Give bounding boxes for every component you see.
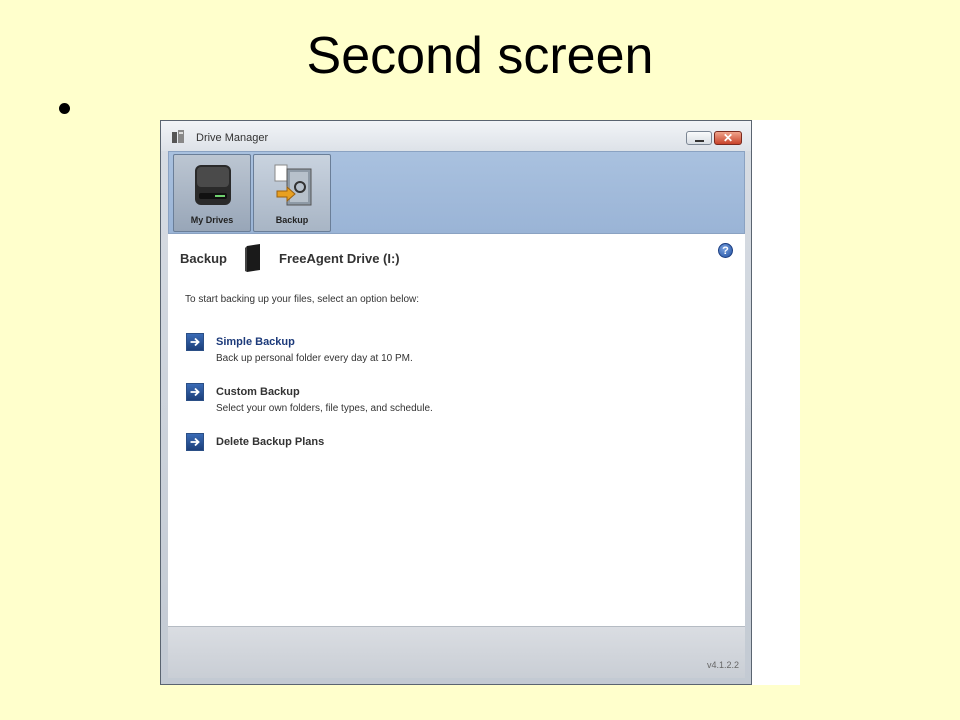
instruction-text: To start backing up your files, select a… <box>185 294 420 305</box>
drive-icon <box>195 165 231 205</box>
toolbar: My Drives Backup <box>168 151 745 234</box>
app-icon <box>172 130 184 143</box>
section-label: Backup <box>180 251 227 266</box>
simple-backup-link[interactable]: Simple Backup <box>216 336 295 348</box>
title-bar[interactable]: Drive Manager ✕ <box>161 121 751 151</box>
minimize-button[interactable] <box>686 131 712 145</box>
drive-name: FreeAgent Drive (I:) <box>279 251 400 266</box>
my-drives-label: My Drives <box>190 215 234 225</box>
window-title: Drive Manager <box>196 132 269 144</box>
custom-backup-description: Select your own folders, file types, and… <box>216 403 433 414</box>
arrow-right-icon[interactable] <box>186 433 204 451</box>
arrow-right-icon[interactable] <box>186 333 204 351</box>
bullet-point <box>59 103 70 114</box>
version-label: v4.1.2.2 <box>706 660 739 670</box>
simple-backup-description: Back up personal folder every day at 10 … <box>216 353 413 364</box>
arrow-right-icon[interactable] <box>186 383 204 401</box>
backup-vault-icon <box>274 164 312 206</box>
drive-icon <box>245 244 260 272</box>
backup-label: Backup <box>275 215 309 225</box>
my-drives-button[interactable]: My Drives <box>173 154 251 232</box>
delete-backup-plans-link[interactable]: Delete Backup Plans <box>216 436 324 448</box>
status-footer: v4.1.2.2 <box>168 626 745 678</box>
slide-title: Second screen <box>306 27 654 85</box>
help-icon[interactable]: ? <box>718 243 733 258</box>
drive-manager-window: Drive Manager ✕ My Drives Backup Backup … <box>160 120 752 685</box>
custom-backup-link[interactable]: Custom Backup <box>216 386 300 398</box>
close-button[interactable]: ✕ <box>714 131 742 145</box>
backup-button[interactable]: Backup <box>253 154 331 232</box>
backup-panel: Backup FreeAgent Drive (I:) ? To start b… <box>168 234 745 626</box>
